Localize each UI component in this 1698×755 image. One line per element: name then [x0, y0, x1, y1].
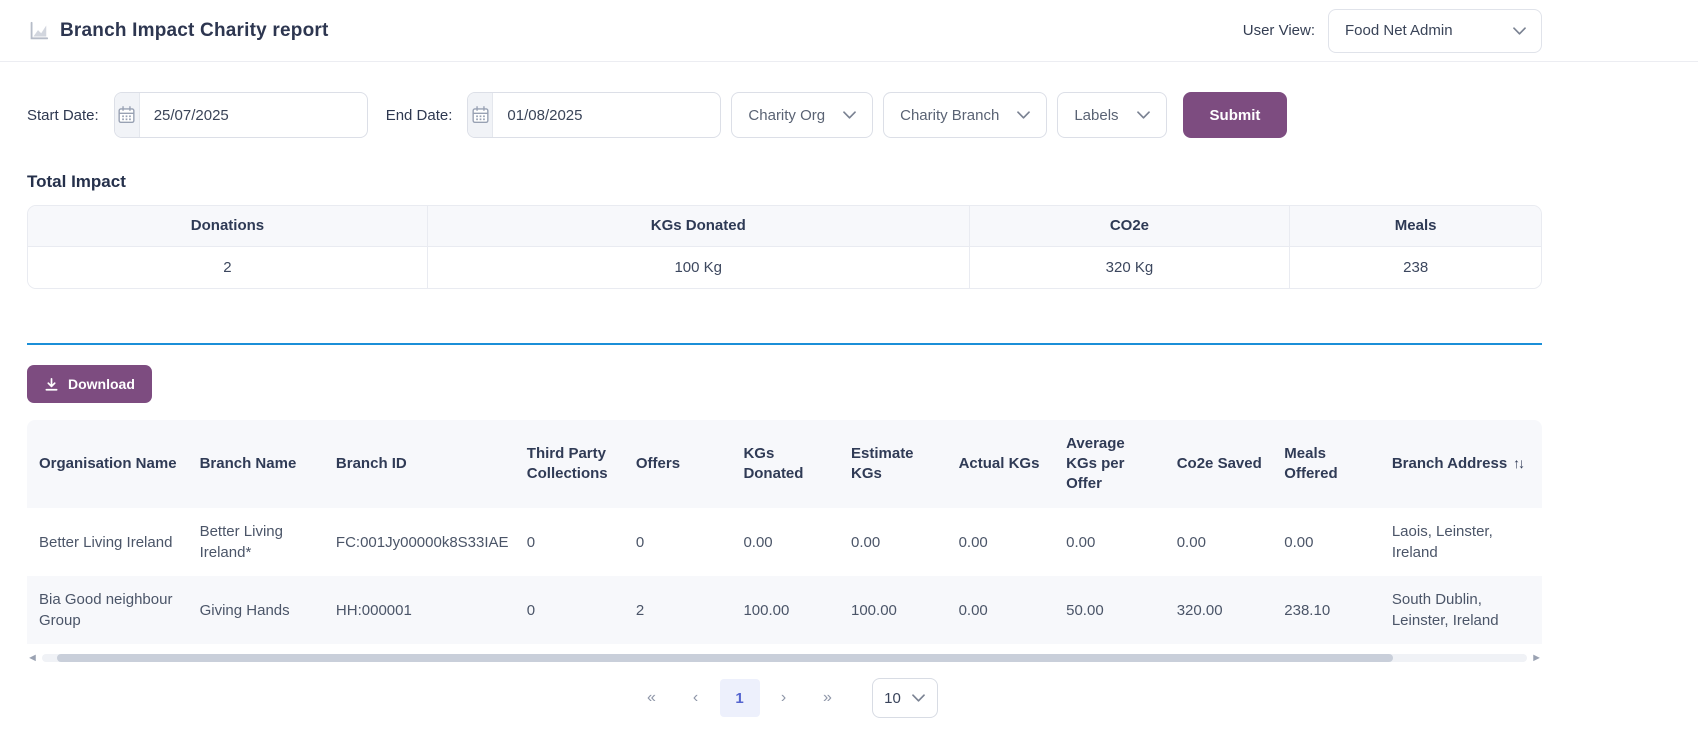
- current-page[interactable]: 1: [720, 679, 760, 717]
- pagination: « ‹ 1 › » 10: [27, 678, 1542, 718]
- user-view-selected-value: Food Net Admin: [1345, 22, 1453, 39]
- end-date-input[interactable]: [493, 93, 720, 137]
- cell-meals-offered: 0.00: [1272, 508, 1380, 576]
- charity-branch-dropdown[interactable]: Charity Branch: [883, 92, 1047, 138]
- start-date-input[interactable]: [140, 93, 367, 137]
- column-header-estimate-kgs: Estimate KGs: [839, 420, 947, 508]
- column-header-actual-kgs: Actual KGs: [947, 420, 1055, 508]
- impact-value-donations: 2: [28, 246, 427, 288]
- end-date-label: End Date:: [386, 107, 453, 124]
- cell-average-kgs-per-offer: 50.00: [1054, 576, 1165, 644]
- prev-page-button[interactable]: ‹: [676, 679, 716, 717]
- download-button[interactable]: Download: [27, 365, 152, 403]
- column-header-branch-name: Branch Name: [188, 420, 324, 508]
- impact-value-row: 2 100 Kg 320 Kg 238: [28, 246, 1541, 288]
- page-size-select[interactable]: 10: [872, 678, 938, 718]
- next-page-button[interactable]: ›: [764, 679, 804, 717]
- scrollbar-thumb[interactable]: [57, 654, 1394, 662]
- column-header-kgs-donated: KGs Donated: [731, 420, 839, 508]
- download-icon: [44, 377, 59, 392]
- total-impact-heading: Total Impact: [27, 172, 1698, 192]
- bar-chart-icon: [27, 20, 49, 42]
- last-page-button[interactable]: »: [808, 679, 848, 717]
- impact-value-kgs-donated: 100 Kg: [427, 246, 969, 288]
- user-view-select[interactable]: Food Net Admin: [1328, 9, 1542, 53]
- page-size-value: 10: [884, 690, 901, 707]
- cell-estimate-kgs: 0.00: [839, 508, 947, 576]
- cell-average-kgs-per-offer: 0.00: [1054, 508, 1165, 576]
- column-header-branch-id: Branch ID: [324, 420, 515, 508]
- cell-branch-id: HH:000001: [324, 576, 515, 644]
- cell-branch-address: Laois, Leinster, Ireland: [1380, 508, 1542, 576]
- column-header-offers: Offers: [624, 420, 732, 508]
- charity-org-label: Charity Org: [748, 107, 825, 124]
- user-view-label: User View:: [1243, 22, 1315, 39]
- column-header-branch-address[interactable]: Branch Address↑↓: [1380, 420, 1542, 508]
- cell-third-party-collections: 0: [515, 576, 624, 644]
- page-title: Branch Impact Charity report: [60, 20, 329, 42]
- chevron-down-icon: [1137, 111, 1150, 119]
- cell-co2e-saved: 0.00: [1165, 508, 1273, 576]
- cell-kgs-donated: 0.00: [731, 508, 839, 576]
- end-date-group: [467, 92, 721, 138]
- table-header-row: Organisation Name Branch Name Branch ID …: [27, 420, 1542, 508]
- section-divider: [27, 343, 1542, 345]
- impact-column-meals: Meals: [1290, 206, 1541, 246]
- impact-value-co2e: 320 Kg: [969, 246, 1290, 288]
- cell-kgs-donated: 100.00: [731, 576, 839, 644]
- impact-column-co2e: CO2e: [969, 206, 1290, 246]
- horizontal-scrollbar[interactable]: ◄ ►: [27, 652, 1542, 664]
- cell-branch-id: FC:001Jy00000k8S33IAE: [324, 508, 515, 576]
- cell-meals-offered: 238.10: [1272, 576, 1380, 644]
- table-row: Better Living Ireland Better Living Irel…: [27, 508, 1542, 576]
- total-impact-table: Donations KGs Donated CO2e Meals 2 100 K…: [27, 205, 1542, 289]
- chevron-down-icon: [1017, 111, 1030, 119]
- calendar-icon[interactable]: [468, 93, 493, 137]
- impact-column-donations: Donations: [28, 206, 427, 246]
- download-label: Download: [68, 376, 135, 392]
- column-header-organisation-name: Organisation Name: [27, 420, 188, 508]
- first-page-button[interactable]: «: [632, 679, 672, 717]
- scroll-right-icon[interactable]: ►: [1531, 653, 1542, 664]
- labels-dropdown[interactable]: Labels: [1057, 92, 1166, 138]
- cell-third-party-collections: 0: [515, 508, 624, 576]
- start-date-group: [114, 92, 368, 138]
- cell-offers: 2: [624, 576, 732, 644]
- labels-label: Labels: [1074, 107, 1118, 124]
- cell-organisation-name: Better Living Ireland: [27, 508, 188, 576]
- column-header-meals-offered: Meals Offered: [1272, 420, 1380, 508]
- start-date-label: Start Date:: [27, 107, 99, 124]
- column-header-average-kgs-per-offer: Average KGs per Offer: [1054, 420, 1165, 508]
- chevron-down-icon: [843, 111, 856, 119]
- scroll-left-icon[interactable]: ◄: [27, 653, 38, 664]
- charity-org-dropdown[interactable]: Charity Org: [731, 92, 873, 138]
- calendar-icon[interactable]: [115, 93, 140, 137]
- cell-organisation-name: Bia Good neighbour Group: [27, 576, 188, 644]
- chevron-down-icon: [1513, 27, 1526, 35]
- chevron-down-icon: [912, 694, 925, 702]
- filters-bar: Start Date: End Date:: [27, 92, 1542, 138]
- impact-value-meals: 238: [1290, 246, 1541, 288]
- submit-button[interactable]: Submit: [1183, 92, 1288, 138]
- impact-column-kgs-donated: KGs Donated: [427, 206, 969, 246]
- scrollbar-track[interactable]: [42, 654, 1527, 662]
- cell-branch-name: Better Living Ireland*: [188, 508, 324, 576]
- charity-branch-label: Charity Branch: [900, 107, 999, 124]
- cell-branch-name: Giving Hands: [188, 576, 324, 644]
- cell-branch-address: South Dublin, Leinster, Ireland: [1380, 576, 1542, 644]
- table-row: Bia Good neighbour Group Giving Hands HH…: [27, 576, 1542, 644]
- report-table: Organisation Name Branch Name Branch ID …: [27, 420, 1542, 644]
- column-header-co2e-saved: Co2e Saved: [1165, 420, 1273, 508]
- app-header: Branch Impact Charity report User View: …: [0, 0, 1698, 62]
- cell-offers: 0: [624, 508, 732, 576]
- cell-estimate-kgs: 100.00: [839, 576, 947, 644]
- cell-co2e-saved: 320.00: [1165, 576, 1273, 644]
- cell-actual-kgs: 0.00: [947, 576, 1055, 644]
- cell-actual-kgs: 0.00: [947, 508, 1055, 576]
- column-header-third-party-collections: Third Party Collections: [515, 420, 624, 508]
- sort-icon[interactable]: ↑↓: [1513, 455, 1523, 471]
